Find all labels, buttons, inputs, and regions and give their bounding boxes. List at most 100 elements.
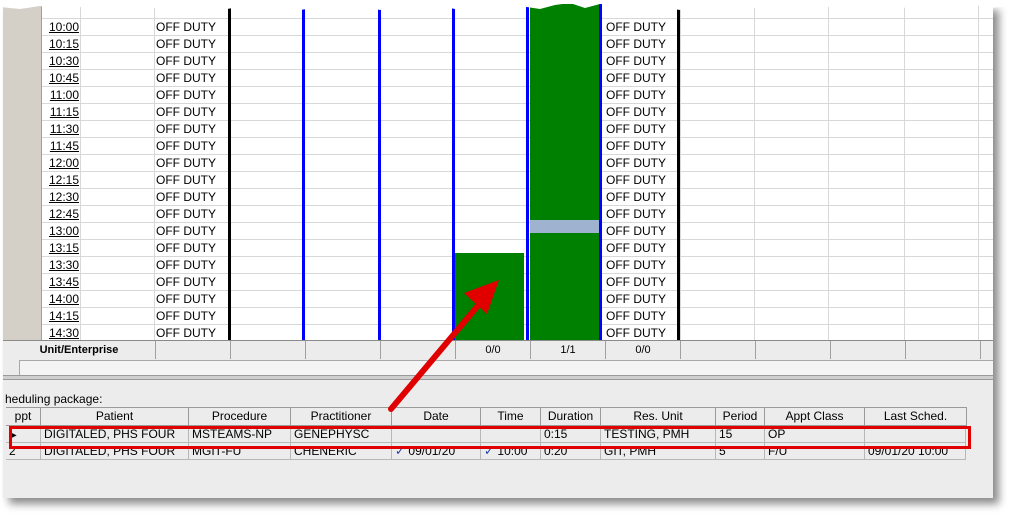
- off-duty-status: OFF DUTY: [156, 105, 216, 119]
- grid-line: [754, 4, 755, 340]
- time-slot-label[interactable]: 11:00: [45, 88, 79, 103]
- time-slot-label[interactable]: 13:15: [45, 241, 79, 256]
- table-row[interactable]: 2 DIGITALED, PHS FOUR MGIT-FU CHENERIC ✓…: [6, 443, 966, 460]
- cell-time[interactable]: ✓ 10:00: [481, 443, 541, 460]
- time-slot-label[interactable]: 14:30: [45, 326, 79, 341]
- off-duty-status: OFF DUTY: [606, 156, 666, 170]
- column-divider: [228, 4, 231, 340]
- cell-appt-class[interactable]: F/U: [765, 443, 865, 460]
- col-header-date[interactable]: Date: [392, 407, 481, 426]
- time-slot-label[interactable]: 14:00: [45, 292, 79, 307]
- cell-last-sched[interactable]: 09/01/20 10:00: [865, 443, 966, 460]
- selected-slot[interactable]: [530, 220, 599, 233]
- row-pointer-icon: ▶: [9, 430, 17, 441]
- cell-procedure[interactable]: MGIT-FU: [189, 443, 291, 460]
- pane-splitter[interactable]: [3, 375, 993, 380]
- col-header-duration[interactable]: Duration: [541, 407, 601, 426]
- date-value: 09/01/20: [408, 444, 456, 458]
- cell-period[interactable]: 15: [716, 426, 765, 443]
- grid-line: [80, 4, 81, 340]
- col-header-last-sched[interactable]: Last Sched.: [865, 407, 967, 426]
- col-header-procedure[interactable]: Procedure: [189, 407, 291, 426]
- off-duty-status: OFF DUTY: [606, 54, 666, 68]
- col-header-practitioner[interactable]: Practitioner: [291, 407, 392, 426]
- time-slot-label[interactable]: 12:00: [45, 156, 79, 171]
- appointment-block[interactable]: [455, 253, 524, 340]
- off-duty-status: OFF DUTY: [156, 275, 216, 289]
- off-duty-status: OFF DUTY: [606, 71, 666, 85]
- cell-appt-number[interactable]: 2: [6, 443, 41, 460]
- schedule-grid: 10:00 10:15 10:30 10:45 11:00 11:15 11:30 11:45…: [42, 4, 993, 342]
- time-slot-label[interactable]: 13:30: [45, 258, 79, 273]
- cell-practitioner[interactable]: CHENERIC: [291, 443, 392, 460]
- table-row[interactable]: ▶ DIGITALED, PHS FOUR MSTEAMS-NP GENEPHY…: [6, 426, 966, 443]
- cell-res-unit[interactable]: TESTING, PMH: [601, 426, 716, 443]
- cell-period[interactable]: 5: [716, 443, 765, 460]
- time-slot-label[interactable]: 11:15: [45, 105, 79, 120]
- cell-duration[interactable]: 0:15: [541, 426, 601, 443]
- off-duty-status: OFF DUTY: [606, 105, 666, 119]
- col-header-patient[interactable]: Patient: [41, 407, 189, 426]
- cell-time[interactable]: [481, 426, 541, 443]
- grid-line: [680, 4, 681, 340]
- time-slot-label[interactable]: 12:15: [45, 173, 79, 188]
- grid-line: [42, 103, 993, 104]
- unit-cell: [831, 341, 906, 359]
- off-duty-status: OFF DUTY: [156, 71, 216, 85]
- unit-enterprise-row: Unit/Enterprise 0/0 1/1 0/0: [3, 340, 993, 360]
- cell-res-unit[interactable]: GIT, PMH: [601, 443, 716, 460]
- off-duty-status: OFF DUTY: [156, 224, 216, 238]
- time-slot-label[interactable]: 10:15: [45, 37, 79, 52]
- time-slot-label[interactable]: 11:45: [45, 139, 79, 154]
- cell-duration[interactable]: 0:20: [541, 443, 601, 460]
- off-duty-status: OFF DUTY: [606, 258, 666, 272]
- column-divider-blue: [526, 4, 529, 340]
- col-header-time[interactable]: Time: [481, 407, 541, 426]
- time-slot-label[interactable]: 10:30: [45, 54, 79, 69]
- off-duty-status: OFF DUTY: [156, 292, 216, 306]
- off-duty-status: OFF DUTY: [606, 275, 666, 289]
- col-header-res-unit[interactable]: Res. Unit: [601, 407, 716, 426]
- unit-cell: [906, 341, 981, 359]
- cell-last-sched[interactable]: [865, 426, 966, 443]
- cell-appt-class[interactable]: OP: [765, 426, 865, 443]
- checkmark-icon: ✓: [395, 444, 406, 458]
- time-slot-label[interactable]: 12:45: [45, 207, 79, 222]
- time-slot-label[interactable]: 13:45: [45, 275, 79, 290]
- grid-line: [42, 239, 993, 240]
- time-slot-label[interactable]: 10:00: [45, 20, 79, 35]
- time-slot-label[interactable]: 10:45: [45, 71, 79, 86]
- grid-line: [42, 18, 993, 19]
- grid-line: [42, 120, 993, 121]
- unit-cell: [381, 341, 456, 359]
- cell-date[interactable]: [392, 426, 481, 443]
- off-duty-status: OFF DUTY: [606, 326, 666, 340]
- cell-patient[interactable]: DIGITALED, PHS FOUR: [41, 443, 189, 460]
- col-header-appt[interactable]: ppt: [6, 407, 41, 426]
- time-slot-label[interactable]: 13:00: [45, 224, 79, 239]
- unit-cell: [231, 341, 306, 359]
- horizontal-scrollbar[interactable]: [19, 360, 993, 376]
- off-duty-status: OFF DUTY: [606, 207, 666, 221]
- off-duty-status: OFF DUTY: [156, 139, 216, 153]
- cell-practitioner[interactable]: GENEPHYSC: [291, 426, 392, 443]
- time-slot-label[interactable]: 12:30: [45, 190, 79, 205]
- off-duty-status: OFF DUTY: [606, 139, 666, 153]
- cell-date[interactable]: ✓ 09/01/20: [392, 443, 481, 460]
- col-header-appt-class[interactable]: Appt Class: [765, 407, 865, 426]
- off-duty-status: OFF DUTY: [156, 54, 216, 68]
- row-selector[interactable]: ▶: [6, 426, 41, 443]
- time-slot-label[interactable]: 11:30: [45, 122, 79, 137]
- off-duty-status: OFF DUTY: [606, 241, 666, 255]
- appointment-block[interactable]: [530, 4, 599, 340]
- time-slot-label[interactable]: 14:15: [45, 309, 79, 324]
- cell-procedure[interactable]: MSTEAMS-NP: [189, 426, 291, 443]
- off-duty-status: OFF DUTY: [156, 207, 216, 221]
- scheduler-window: 10:00 10:15 10:30 10:45 11:00 11:15 11:30 11:45…: [3, 4, 993, 498]
- cell-patient[interactable]: DIGITALED, PHS FOUR: [41, 426, 189, 443]
- unit-cell: [756, 341, 831, 359]
- unit-cell: [306, 341, 381, 359]
- off-duty-status: OFF DUTY: [606, 224, 666, 238]
- col-header-period[interactable]: Period: [716, 407, 765, 426]
- off-duty-status: OFF DUTY: [156, 173, 216, 187]
